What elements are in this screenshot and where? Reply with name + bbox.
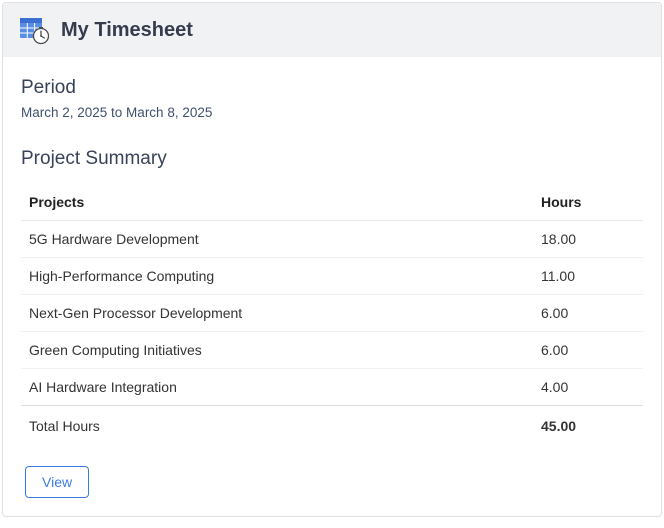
card-header: My Timesheet — [3, 3, 661, 57]
table-row: 5G Hardware Development 18.00 — [21, 221, 643, 258]
col-hours: Hours — [533, 184, 643, 221]
table-row: AI Hardware Integration 4.00 — [21, 369, 643, 406]
total-hours: 45.00 — [533, 406, 643, 447]
project-cell: 5G Hardware Development — [21, 221, 533, 258]
table-row: Green Computing Initiatives 6.00 — [21, 332, 643, 369]
hours-cell: 6.00 — [533, 332, 643, 369]
timesheet-card: My Timesheet Period March 2, 2025 to Mar… — [2, 2, 662, 517]
project-cell: Next-Gen Processor Development — [21, 295, 533, 332]
table-header-row: Projects Hours — [21, 184, 643, 221]
period-label: Period — [21, 77, 643, 99]
timesheet-clock-icon — [19, 15, 49, 45]
project-cell: Green Computing Initiatives — [21, 332, 533, 369]
page-title: My Timesheet — [61, 19, 193, 42]
card-body: Period March 2, 2025 to March 8, 2025 Pr… — [3, 57, 661, 516]
project-summary-title: Project Summary — [21, 148, 643, 170]
total-label: Total Hours — [21, 406, 533, 447]
actions-bar: View — [21, 466, 643, 498]
table-row: Next-Gen Processor Development 6.00 — [21, 295, 643, 332]
hours-cell: 6.00 — [533, 295, 643, 332]
hours-cell: 18.00 — [533, 221, 643, 258]
project-summary-table: Projects Hours 5G Hardware Development 1… — [21, 184, 643, 446]
col-projects: Projects — [21, 184, 533, 221]
hours-cell: 11.00 — [533, 258, 643, 295]
period-value: March 2, 2025 to March 8, 2025 — [21, 105, 643, 120]
project-cell: AI Hardware Integration — [21, 369, 533, 406]
total-row: Total Hours 45.00 — [21, 406, 643, 447]
table-row: High-Performance Computing 11.00 — [21, 258, 643, 295]
project-cell: High-Performance Computing — [21, 258, 533, 295]
view-button[interactable]: View — [25, 466, 89, 498]
hours-cell: 4.00 — [533, 369, 643, 406]
